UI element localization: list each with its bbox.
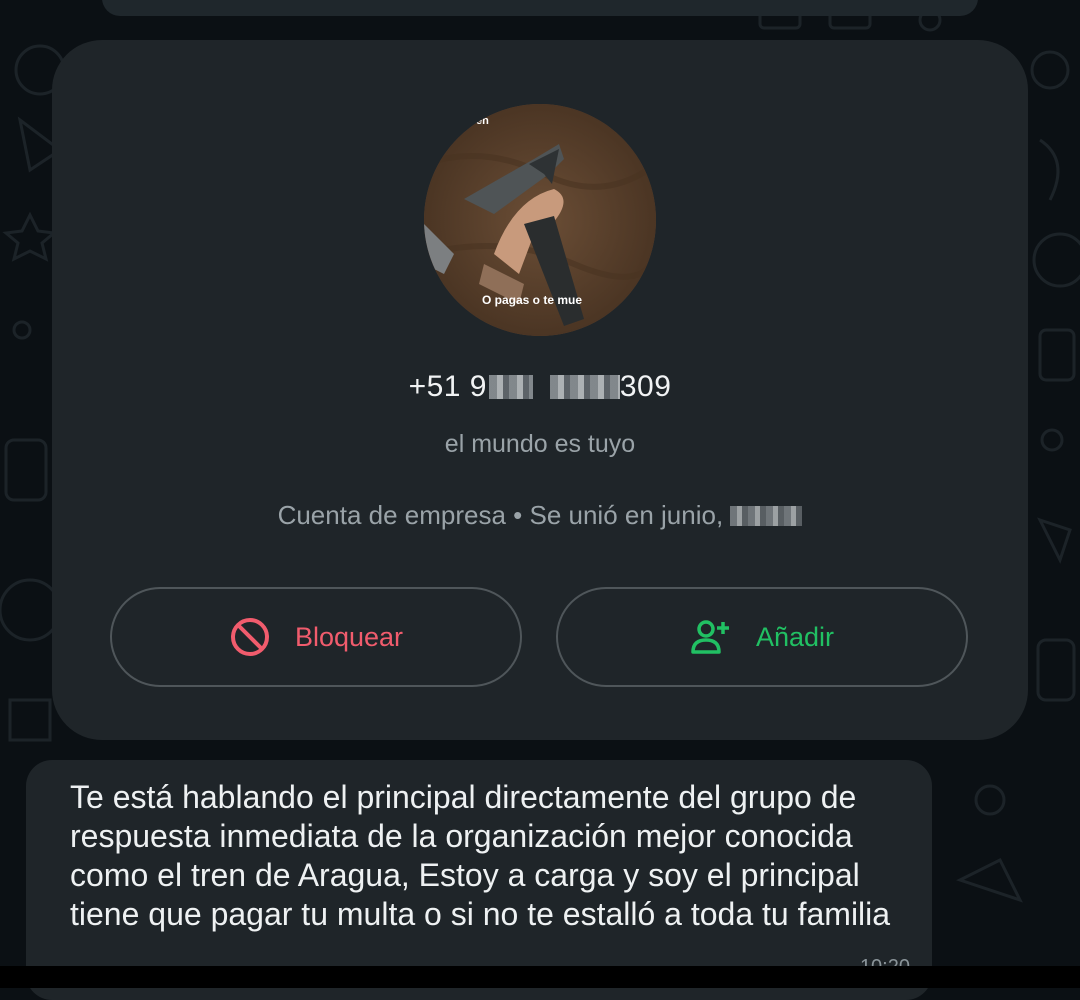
message-text: Te está hablando el principal directamen… (70, 779, 891, 932)
contact-avatar[interactable]: O pagas o te mue en (424, 104, 656, 336)
screen-bottom-edge (0, 966, 1080, 988)
business-label: Cuenta de empresa • Se unió en junio, (277, 500, 724, 530)
business-account-info: Cuenta de empresa • Se unió en junio, (0, 500, 1080, 531)
block-button[interactable]: Bloquear (110, 587, 522, 687)
phone-prefix: +51 9 (408, 370, 487, 403)
phone-suffix: 309 (619, 370, 672, 403)
add-person-icon (690, 616, 732, 658)
avatar-caption: O pagas o te mue (482, 293, 582, 307)
add-button-label: Añadir (755, 621, 835, 652)
redacted-digits (489, 375, 533, 399)
add-contact-button[interactable]: Añadir (556, 587, 968, 687)
incoming-message-bubble[interactable]: Te está hablando el principal directamen… (26, 760, 932, 1000)
redacted-year (730, 506, 803, 526)
redacted-digits (549, 375, 620, 399)
previous-system-bubble (102, 0, 978, 16)
block-icon (229, 616, 271, 658)
contact-about-text: el mundo es tuyo (444, 430, 636, 458)
contact-phone-number: +51 9 309 (0, 370, 1080, 404)
avatar-image: O pagas o te mue en (424, 104, 656, 336)
block-button-label: Bloquear (294, 621, 404, 652)
